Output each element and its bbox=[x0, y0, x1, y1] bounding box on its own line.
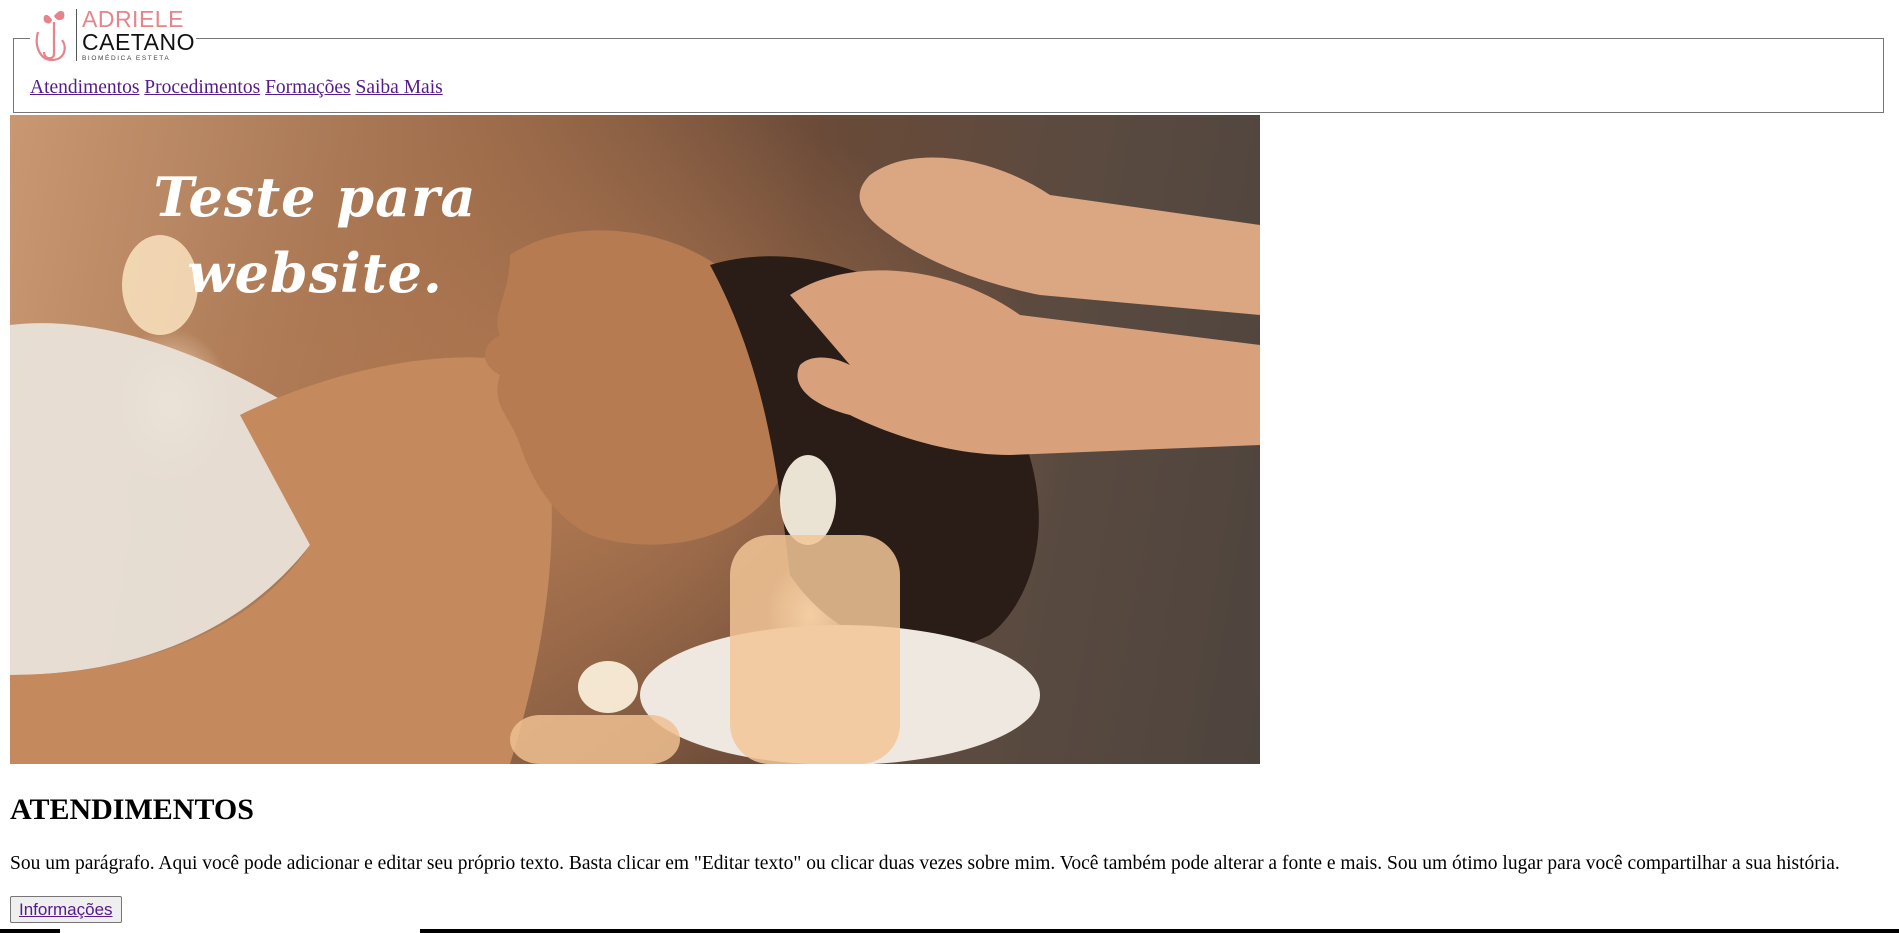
brand-name-line1: ADRIELE bbox=[82, 5, 184, 32]
brand-logo[interactable]: ADRIELE CAETANO BIOMÉDICA ESTETA bbox=[30, 6, 196, 64]
brand-name-line2: CAETANO bbox=[82, 28, 195, 55]
hero-title-line2: website. bbox=[187, 241, 443, 305]
main-nav: Atendimentos Procedimentos Formações Sai… bbox=[30, 77, 443, 99]
hero-title: Teste para website. bbox=[145, 159, 485, 311]
section-paragraph: Sou um parágrafo. Aqui você pode adicion… bbox=[10, 853, 1840, 874]
brand-tagline: BIOMÉDICA ESTETA bbox=[82, 54, 171, 62]
hero-image: Teste para website. bbox=[10, 115, 1260, 764]
section-title: ATENDIMENTOS bbox=[10, 793, 254, 826]
logo-flower-icon bbox=[35, 10, 66, 62]
page-bottom-edge bbox=[0, 929, 60, 933]
info-button[interactable]: Informações bbox=[10, 896, 122, 923]
header-fieldset bbox=[13, 38, 1884, 113]
nav-link-atendimentos[interactable]: Atendimentos bbox=[30, 77, 139, 98]
nav-link-formacoes[interactable]: Formações bbox=[265, 77, 351, 98]
nav-link-saiba-mais[interactable]: Saiba Mais bbox=[356, 77, 443, 98]
nav-link-procedimentos[interactable]: Procedimentos bbox=[144, 77, 260, 98]
brand-wordmark: ADRIELE CAETANO BIOMÉDICA ESTETA bbox=[76, 5, 195, 62]
page-bottom-edge-right bbox=[420, 929, 1899, 933]
hero-title-line1: Teste para bbox=[153, 165, 477, 229]
